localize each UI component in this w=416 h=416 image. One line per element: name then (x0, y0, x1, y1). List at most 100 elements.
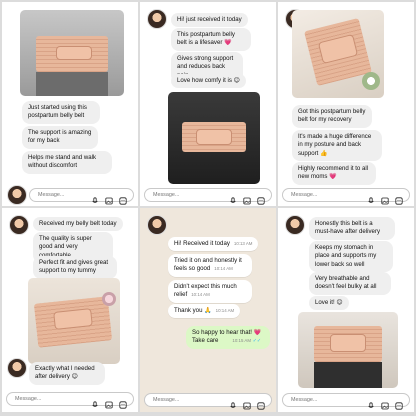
product-photo (292, 10, 384, 98)
mic-icon[interactable] (367, 192, 375, 203)
message-input[interactable]: Message... (15, 396, 41, 402)
message-bubble: Love it! 😊 (309, 296, 349, 311)
message-input[interactable]: Message... (38, 192, 64, 198)
message-text: Hi! just received it today (177, 16, 242, 23)
chat-panel-6: Honestly this belt is a must-have after … (278, 208, 414, 412)
message-text: Honestly this belt is a must-have after … (315, 220, 381, 236)
flower-decoration (102, 292, 116, 306)
message-input-bar[interactable]: Message... (144, 393, 272, 410)
chat-panel-4: Received my belly belt today The quality… (2, 208, 138, 412)
pants-image (314, 362, 382, 388)
message-bubble: Very breathable and doesn't feel bulky a… (309, 272, 391, 295)
message-bubble: The support is amazing for my back (22, 126, 98, 149)
avatar (7, 185, 27, 205)
praying-hands-emoji: 🙏 (204, 308, 212, 314)
sticker-icon[interactable] (257, 397, 265, 410)
sticker-icon[interactable] (119, 192, 127, 205)
message-text: So happy to hear that! (192, 329, 252, 336)
message-bubble: Perfect fit and gives great support to m… (33, 256, 117, 279)
gallery-icon[interactable] (105, 192, 113, 205)
message-bubble: Exactly what I needed after delivery 😊 (29, 362, 105, 385)
message-bubble: Helps me stand and walk without discomfo… (22, 151, 112, 174)
heart-emoji: 💗 (253, 329, 262, 336)
message-input[interactable]: Message... (291, 397, 317, 403)
chat-panel-5: Hi! Received it today 10:13 AM Tried it o… (140, 208, 276, 412)
message-text: Keeps my stomach in place and supports m… (315, 244, 377, 268)
message-input[interactable]: Message... (153, 397, 179, 403)
mic-icon[interactable] (367, 397, 375, 408)
message-time: 10:14 AM (215, 308, 235, 313)
message-bubble: Keeps my stomach in place and supports m… (309, 241, 393, 273)
sticker-icon[interactable] (257, 192, 265, 205)
smile-emoji: 😊 (233, 78, 240, 84)
product-photo (28, 278, 120, 364)
message-input-bar[interactable]: Message... (29, 188, 134, 205)
chat-panel-2: Hi! just received it today This postpart… (140, 2, 276, 206)
belt-strap-image (56, 46, 92, 60)
heart-emoji: 💗 (329, 173, 337, 181)
gallery-icon[interactable] (243, 192, 251, 205)
gallery-icon[interactable] (105, 396, 113, 409)
chat-panel-1: Just started using this postpartum belly… (2, 2, 138, 206)
message-bubble: Hi! just received it today (171, 13, 248, 28)
product-photo (168, 92, 260, 184)
gallery-icon[interactable] (381, 397, 389, 410)
message-bubble: Just started using this postpartum belly… (22, 101, 100, 124)
message-time: 10:13 AM (233, 241, 253, 246)
message-input-bar[interactable]: Message... (144, 188, 272, 205)
message-text: Received my belly belt today (39, 220, 117, 227)
message-text: Got this postpartum belly belt for my re… (298, 108, 366, 124)
flower-decoration (362, 72, 380, 90)
avatar (9, 215, 29, 235)
sticker-icon[interactable] (119, 396, 127, 409)
message-text: The support is amazing for my back (28, 129, 92, 145)
heart-emoji: 💗 (224, 39, 232, 47)
message-text: Thank you (174, 307, 203, 314)
message-text: Exactly what I needed after delivery (35, 365, 95, 381)
message-bubble: Didn't expect this much relief 10:14 AM (168, 280, 252, 303)
message-input[interactable]: Message... (153, 192, 179, 198)
message-input-bar[interactable]: Message... (282, 393, 410, 410)
belt-strap-image (196, 129, 232, 145)
message-input-bar[interactable]: Message... (282, 188, 410, 205)
avatar (285, 215, 305, 235)
message-bubble: Highly recommend it to all new moms 💗 (292, 162, 376, 185)
message-bubble: Got this postpartum belly belt for my re… (292, 105, 372, 128)
message-bubble: Tried it on and honestly it feels so goo… (168, 254, 252, 277)
message-bubble: Hi! Received it today 10:13 AM (168, 237, 259, 252)
gallery-icon[interactable] (381, 192, 389, 205)
avatar (147, 9, 167, 29)
message-bubble: Love how comfy it is 😊 (171, 74, 246, 89)
message-input-bar[interactable]: Message... (6, 392, 134, 409)
belt-strap-image (330, 334, 366, 352)
chat-panel-3: Got this postpartum belly belt for my re… (278, 2, 414, 206)
message-text: Love how comfy it is (177, 77, 232, 84)
sticker-icon[interactable] (395, 397, 403, 410)
message-bubble: This postpartum belly belt is a lifesave… (171, 28, 251, 51)
thumbs-up-emoji: 👍 (320, 150, 328, 157)
product-photo (298, 312, 398, 388)
mic-icon[interactable] (229, 192, 237, 203)
message-input[interactable]: Message... (291, 192, 317, 198)
smile-emoji: 😊 (336, 300, 343, 306)
message-bubble: Thank you 🙏 10:14 AM (168, 304, 241, 319)
message-text: Helps me stand and walk without discomfo… (28, 154, 97, 170)
message-text: Hi! Received it today (174, 240, 230, 247)
mic-icon[interactable] (91, 396, 99, 407)
sticker-icon[interactable] (395, 192, 403, 205)
message-text: Take care (192, 337, 219, 345)
collage-grid: Just started using this postpartum belly… (2, 2, 414, 414)
message-text: Love it! (315, 299, 335, 306)
product-photo (20, 10, 124, 96)
message-bubble: Received my belly belt today (33, 217, 123, 232)
message-bubble: It's made a huge difference in my postur… (292, 130, 382, 162)
mic-icon[interactable] (229, 397, 237, 408)
message-bubble: Honestly this belt is a must-have after … (309, 217, 395, 240)
message-time: 10:15 AM (232, 338, 251, 344)
read-receipt-icon: ✓✓ (252, 338, 262, 345)
message-text: Just started using this postpartum belly… (28, 104, 87, 120)
gallery-icon[interactable] (243, 397, 251, 410)
message-text: Very breathable and doesn't feel bulky a… (315, 275, 377, 291)
mic-icon[interactable] (91, 192, 99, 203)
avatar (147, 215, 167, 235)
